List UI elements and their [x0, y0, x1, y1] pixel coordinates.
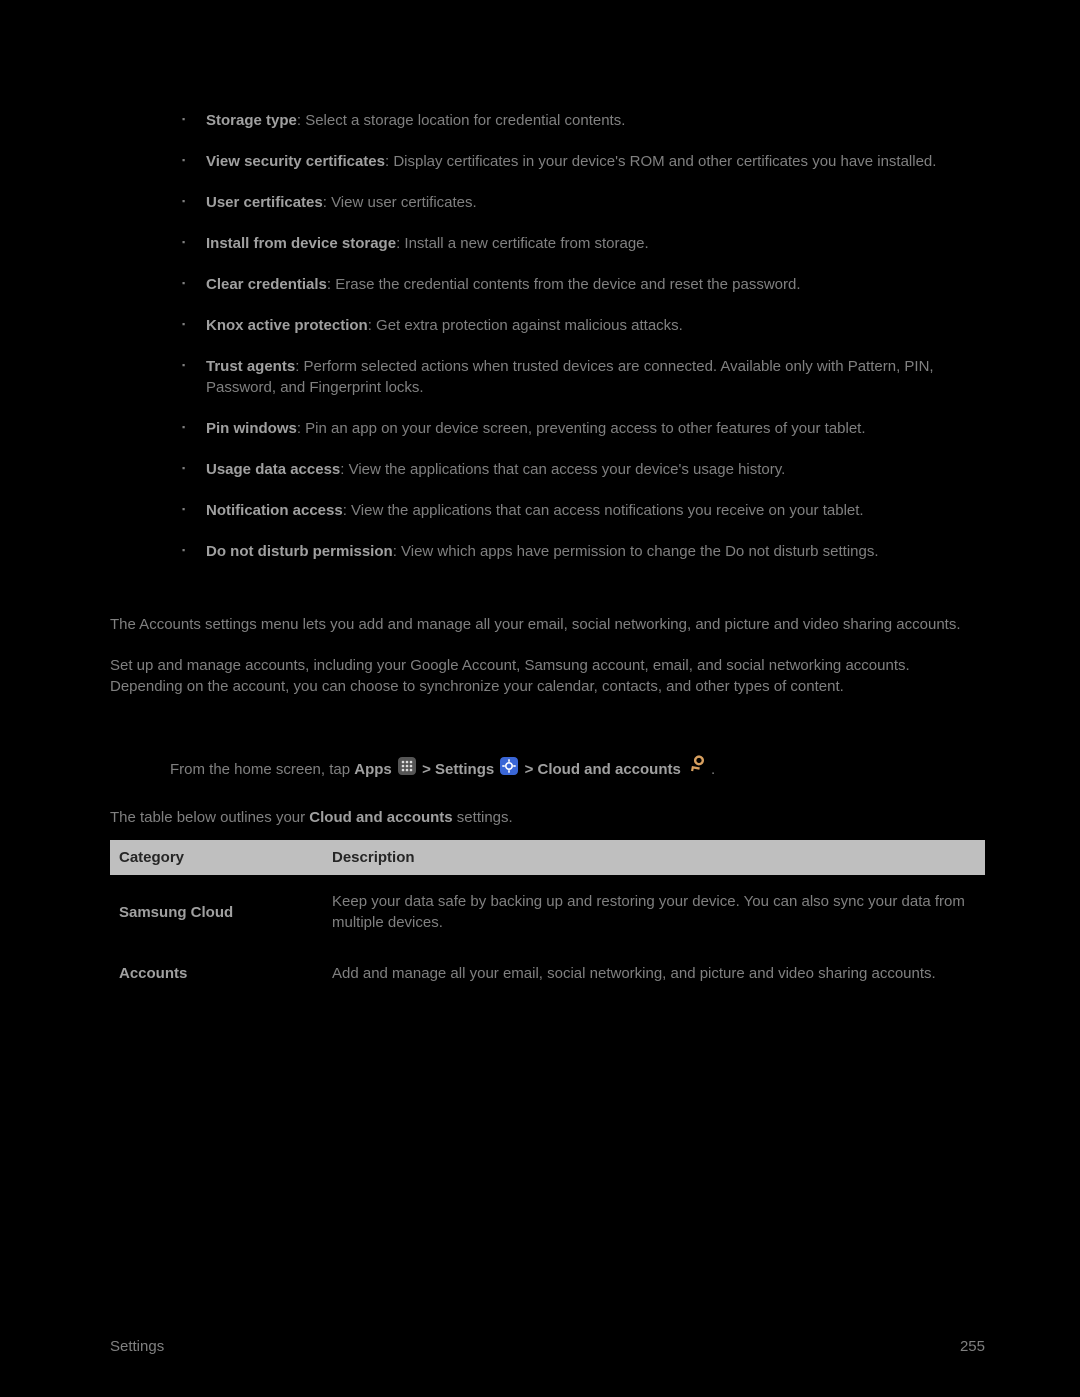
nav-apps-label: Apps [354, 761, 392, 778]
desc: : Get extra protection against malicious… [368, 317, 683, 334]
table-intro: The table below outlines your Cloud and … [110, 807, 985, 828]
desc: : Display certificates in your device's … [385, 153, 936, 170]
desc: : View user certificates. [323, 194, 477, 211]
term: Pin windows [206, 420, 297, 437]
nav-cloud-label: Cloud and accounts [538, 761, 681, 778]
list-item: Trust agents: Perform selected actions w… [182, 356, 985, 398]
nav-settings-label: Settings [435, 761, 494, 778]
term: Do not disturb permission [206, 543, 393, 560]
key-icon [687, 755, 709, 783]
table-intro-post: settings. [453, 809, 513, 826]
list-item: View security certificates: Display cert… [182, 151, 985, 172]
th-category: Category [110, 840, 323, 875]
desc: : View which apps have permission to cha… [393, 543, 879, 560]
term: Install from device storage [206, 235, 396, 252]
security-options-list: Storage type: Select a storage location … [110, 110, 985, 562]
desc: : Perform selected actions when trusted … [206, 358, 934, 396]
table-row: Samsung Cloud Keep your data safe by bac… [110, 875, 985, 947]
cloud-accounts-table: Category Description Samsung Cloud Keep … [110, 840, 985, 998]
list-item: Install from device storage: Install a n… [182, 233, 985, 254]
desc: : View the applications that can access … [343, 502, 864, 519]
cell-description: Keep your data safe by backing up and re… [323, 875, 985, 947]
navigation-path: From the home screen, tap Apps > Setting… [170, 755, 985, 785]
list-item: Knox active protection: Get extra protec… [182, 315, 985, 336]
desc: : Erase the credential contents from the… [327, 276, 801, 293]
term: Trust agents [206, 358, 295, 375]
cell-category: Accounts [110, 947, 323, 998]
term: Clear credentials [206, 276, 327, 293]
accounts-paragraph-1: The Accounts settings menu lets you add … [110, 614, 985, 635]
desc: : View the applications that can access … [340, 461, 785, 478]
table-intro-bold: Cloud and accounts [309, 809, 452, 826]
desc: : Select a storage location for credenti… [297, 112, 626, 129]
nav-period: . [711, 761, 715, 778]
page-footer: Settings 255 [110, 1336, 985, 1357]
footer-section-name: Settings [110, 1336, 164, 1357]
desc: : Install a new certificate from storage… [396, 235, 649, 252]
footer-page-number: 255 [960, 1336, 985, 1357]
list-item: Do not disturb permission: View which ap… [182, 541, 985, 562]
list-item: Notification access: View the applicatio… [182, 500, 985, 521]
cell-category: Samsung Cloud [110, 875, 323, 947]
list-item: Storage type: Select a storage location … [182, 110, 985, 131]
document-page: Storage type: Select a storage location … [0, 0, 1080, 1397]
term: Storage type [206, 112, 297, 129]
table-header-row: Category Description [110, 840, 985, 875]
term: View security certificates [206, 153, 385, 170]
nav-prefix: From the home screen, tap [170, 761, 354, 778]
table-row: Accounts Add and manage all your email, … [110, 947, 985, 998]
th-description: Description [323, 840, 985, 875]
list-item: Clear credentials: Erase the credential … [182, 274, 985, 295]
term: User certificates [206, 194, 323, 211]
settings-gear-icon [500, 757, 518, 781]
table-intro-pre: The table below outlines your [110, 809, 309, 826]
term: Knox active protection [206, 317, 368, 334]
apps-icon [398, 757, 416, 781]
desc: : Pin an app on your device screen, prev… [297, 420, 866, 437]
cell-description: Add and manage all your email, social ne… [323, 947, 985, 998]
accounts-paragraph-2: Set up and manage accounts, including yo… [110, 655, 985, 697]
nav-sep: > [422, 761, 435, 778]
list-item: Usage data access: View the applications… [182, 459, 985, 480]
list-item: User certificates: View user certificate… [182, 192, 985, 213]
term: Notification access [206, 502, 343, 519]
nav-sep: > [525, 761, 538, 778]
term: Usage data access [206, 461, 340, 478]
list-item: Pin windows: Pin an app on your device s… [182, 418, 985, 439]
